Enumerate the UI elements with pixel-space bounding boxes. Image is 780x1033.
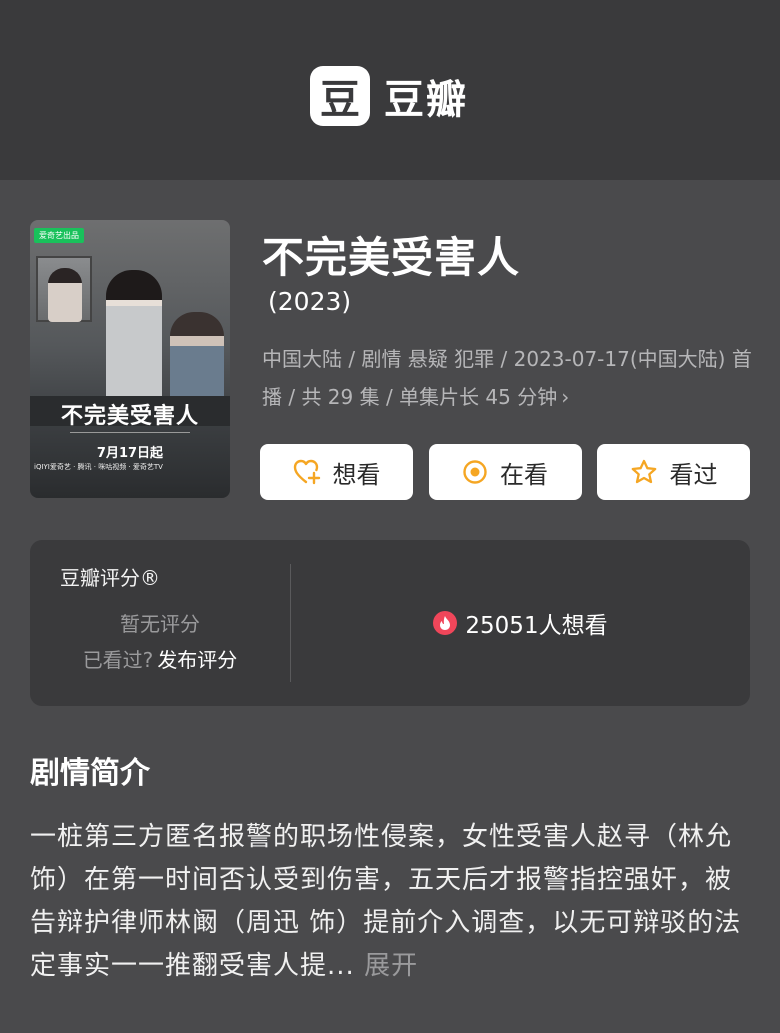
synopsis-heading: 剧情简介 [30,756,150,791]
synopsis-body: 一桩第三方匿名报警的职场性侵案，女性受害人赵寻（林允 饰）在第一时间否认受到伤害… [30,816,752,988]
movie-meta[interactable]: 中国大陆 / 剧情 悬疑 犯罪 / 2023-07-17(中国大陆) 首播 / … [262,340,752,416]
expand-link[interactable]: 展开 [364,951,418,981]
watched-label: 看过 [669,460,718,489]
logo-text: 豆瓣 [384,77,468,123]
rating-card: 豆瓣评分® 暂无评分 已看过? 发布评分 25051人想看 [30,540,750,706]
no-rating-text: 暂无评分 [120,612,200,636]
want-count-text: 25051人想看 [465,613,608,639]
want-to-watch-button[interactable]: 想看 [260,444,413,500]
action-bar: 想看 在看 看过 [260,444,750,500]
fire-icon [433,611,458,635]
meta-text: 中国大陆 / 剧情 悬疑 犯罪 / 2023-07-17(中国大陆) 首播 / … [262,347,752,409]
chevron-right-icon: › [561,385,570,409]
watched-button[interactable]: 看过 [597,444,750,500]
poster-date: 7月17日起 [96,446,164,461]
movie-title: 不完美受害人 [262,233,521,282]
want-to-watch-label: 想看 [332,460,381,489]
logo-icon: 豆 [310,66,370,126]
poster-platforms: iQIYI爱奇艺 · 腾讯 · 咪咕视频 · 爱奇艺TV [34,463,163,471]
watching-label: 在看 [500,460,548,489]
poster-badge: 爱奇艺出品 [34,228,84,243]
poster-title: 不完美受害人 [60,403,199,429]
watched-prompt-row: 已看过? 发布评分 [30,644,290,673]
want-count: 25051人想看 [291,606,750,640]
watching-button[interactable]: 在看 [428,444,582,500]
heart-plus-icon [293,459,321,485]
star-icon [630,459,658,486]
app-header: 豆 豆瓣 [0,0,780,180]
poster-divider [70,432,190,433]
target-icon [462,459,488,485]
douban-logo[interactable]: 豆 豆瓣 [310,66,468,126]
poster-figure-left [48,268,82,322]
movie-year: (2023) [268,287,352,316]
rating-title: 豆瓣评分® [60,566,160,590]
watched-prompt: 已看过? [82,648,154,672]
poster-image[interactable]: 爱奇艺出品 不完美受害人 7月17日起 iQIYI爱奇艺 · 腾讯 · 咪咕视频… [30,220,230,498]
publish-rating-link[interactable]: 发布评分 [157,648,237,672]
